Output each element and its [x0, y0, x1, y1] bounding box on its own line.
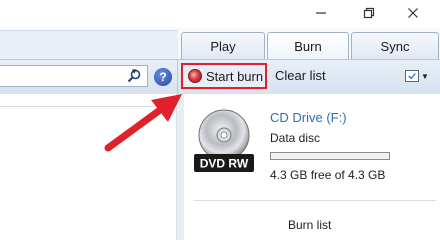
search-input[interactable]: [0, 65, 148, 87]
restore-icon: [363, 7, 375, 19]
toolbar: ▾ ? Start burn Clear list ▼: [0, 59, 440, 95]
chevron-down-icon: ▼: [421, 71, 429, 81]
clear-list-button[interactable]: Clear list: [275, 68, 326, 83]
search-dropdown-icon[interactable]: ▾: [132, 66, 142, 76]
close-icon: [408, 8, 418, 18]
close-button[interactable]: [402, 4, 424, 22]
help-icon[interactable]: ?: [154, 68, 172, 86]
start-burn-label: Start burn: [206, 68, 264, 84]
pane-divider-line: [194, 200, 436, 201]
tab-burn[interactable]: Burn: [267, 32, 349, 59]
start-burn-button[interactable]: Start burn: [181, 63, 267, 89]
library-pane-top: [0, 30, 178, 60]
title-bar: [0, 0, 440, 28]
burn-options-button[interactable]: ▼: [405, 67, 433, 85]
burn-pane: DVD RW CD Drive (F:) Data disc 4.3 GB fr…: [184, 94, 440, 240]
restore-button[interactable]: [358, 4, 380, 22]
burn-list-title: Burn list: [288, 218, 332, 232]
tab-sync[interactable]: Sync: [351, 32, 439, 59]
minimize-button[interactable]: [310, 4, 332, 22]
burn-disc-icon: [188, 69, 202, 83]
drive-title[interactable]: CD Drive (F:): [270, 110, 347, 125]
annotation-arrow: [104, 94, 182, 152]
disc-type: Data disc: [270, 131, 321, 145]
minimize-icon: [316, 12, 326, 14]
disc-label: DVD RW: [200, 157, 249, 171]
tab-play[interactable]: Play: [181, 32, 265, 59]
tab-row: Play Burn Sync: [0, 28, 440, 60]
burn-options-icon: [405, 70, 419, 82]
free-space-text: 4.3 GB free of 4.3 GB: [270, 168, 386, 182]
dvd-rw-disc-icon: DVD RW: [194, 109, 254, 172]
capacity-bar: [270, 152, 390, 160]
